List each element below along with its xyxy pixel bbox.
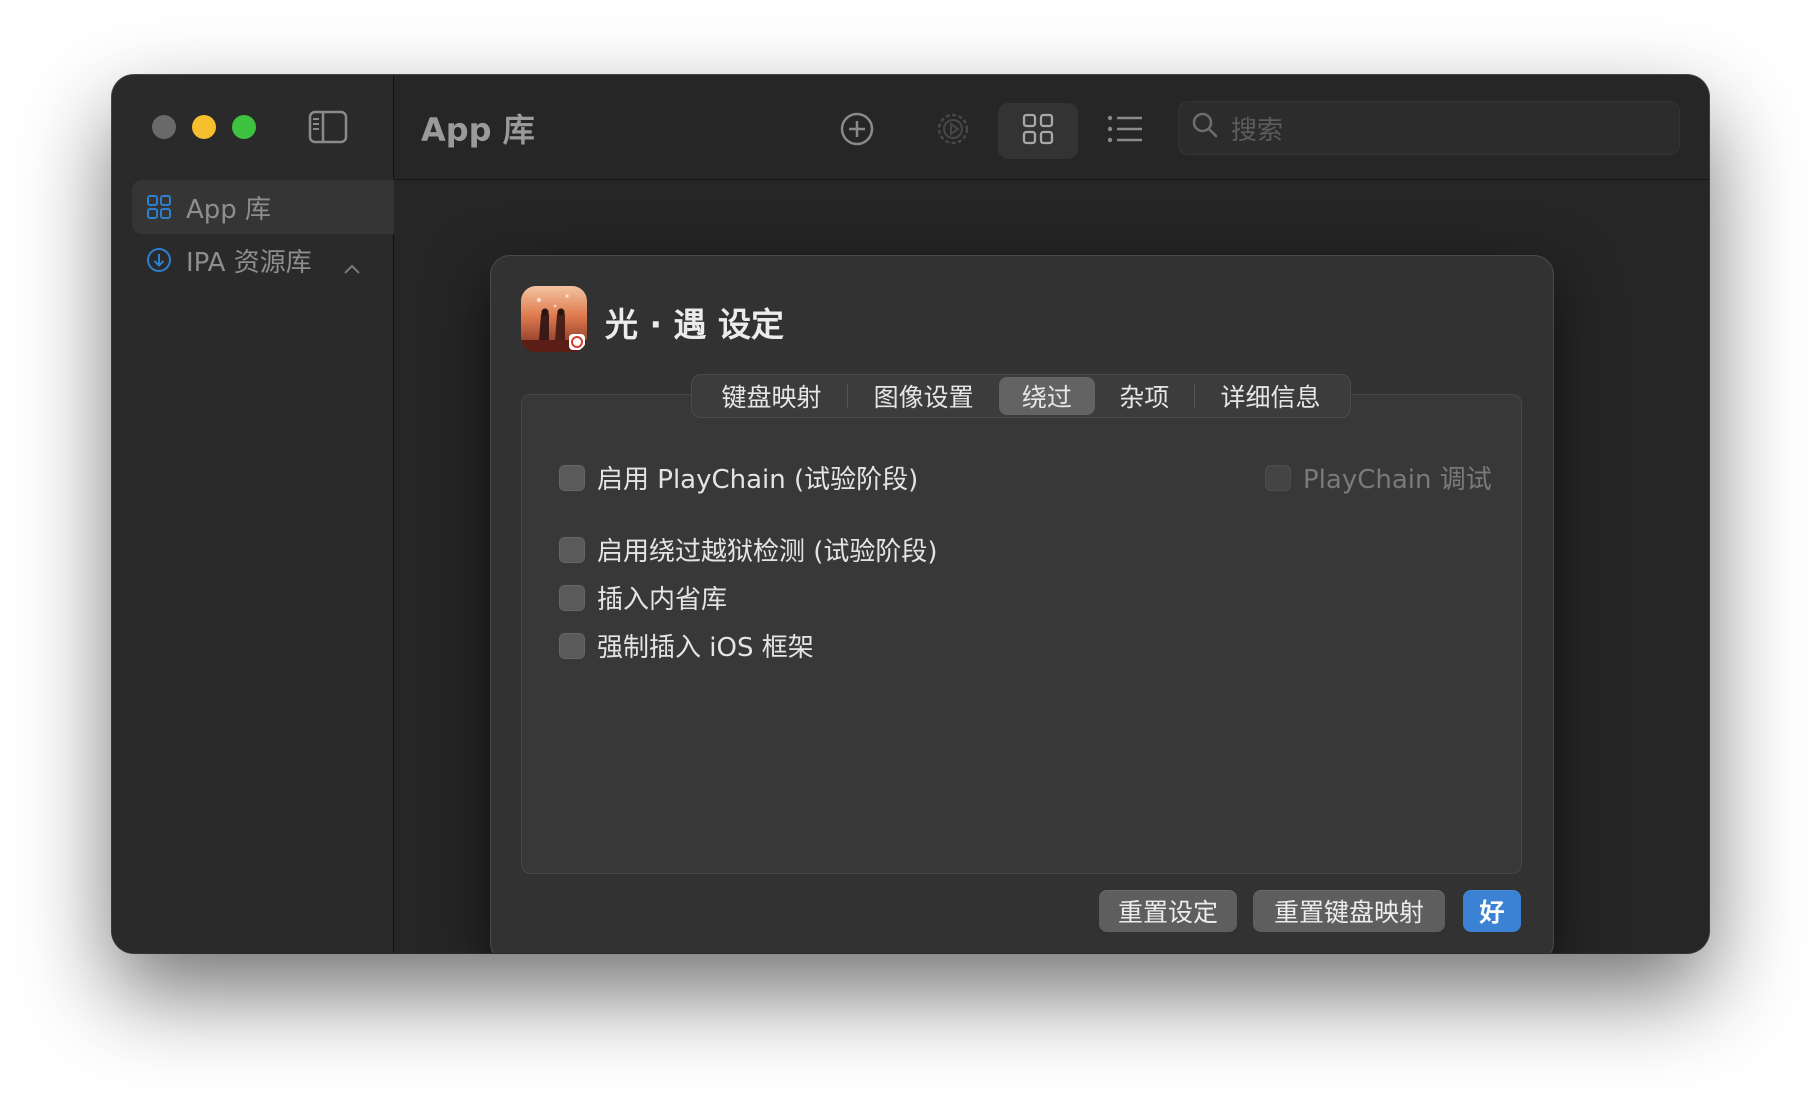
playchain-debug-checkbox — [1265, 464, 1291, 491]
tab-bar: 键盘映射 图像设置 绕过 杂项 详细信息 — [691, 374, 1351, 418]
introspection-option[interactable]: 插入内省库 — [559, 579, 727, 616]
playchain-label: 启用 PlayChain (试验阶段) — [597, 465, 919, 495]
playchain-debug-label: PlayChain 调试 — [1303, 465, 1492, 495]
reset-keymap-button[interactable]: 重置键盘映射 — [1253, 890, 1445, 932]
chevron-up-icon[interactable] — [342, 253, 362, 274]
app-icon — [521, 286, 587, 352]
sidebar-item-ipa-library[interactable]: IPA 资源库 — [132, 233, 394, 287]
grid-view-button[interactable] — [998, 103, 1078, 159]
list-view-icon — [1106, 113, 1144, 149]
settings-sheet: 光 · 遇 设定 键盘映射 图像设置 绕过 杂项 详细信息 启用 PlayCha… — [490, 255, 1554, 953]
playchain-debug-option: PlayChain 调试 — [1265, 459, 1492, 496]
list-view-button[interactable] — [1085, 103, 1165, 159]
grid-icon — [146, 194, 172, 220]
toolbar: App 库 搜索 — [395, 75, 1709, 180]
minimize-window-button[interactable] — [192, 115, 216, 139]
introspection-label: 插入内省库 — [597, 585, 728, 615]
sheet-title: 光 · 遇 设定 — [605, 305, 785, 344]
jailbreak-bypass-option[interactable]: 启用绕过越狱检测 (试验阶段) — [559, 531, 938, 568]
grid-view-icon — [1021, 112, 1055, 150]
sidebar-item-label: App 库 — [186, 194, 272, 225]
sidebar-item-app-library[interactable]: App 库 — [132, 180, 394, 234]
jailbreak-bypass-label: 启用绕过越狱检测 (试验阶段) — [597, 537, 938, 567]
tab-misc[interactable]: 杂项 — [1095, 377, 1194, 415]
ok-button[interactable]: 好 — [1463, 890, 1521, 932]
close-window-button[interactable] — [152, 115, 176, 139]
ios-frameworks-label: 强制插入 iOS 框架 — [597, 633, 814, 663]
ios-frameworks-checkbox[interactable] — [559, 632, 585, 659]
settings-button[interactable] — [913, 103, 993, 159]
sidebar-item-label: IPA 资源库 — [186, 247, 312, 278]
sidebar-toggle-icon[interactable] — [308, 110, 348, 144]
search-icon — [1191, 111, 1219, 146]
plus-circle-icon — [839, 111, 875, 151]
app-window: App 库 IPA 资源库 App 库 搜索 光 · 遇 设定 键盘映射 图像设… — [112, 75, 1709, 953]
search-placeholder: 搜索 — [1231, 115, 1284, 146]
tab-bypass[interactable]: 绕过 — [999, 377, 1095, 415]
add-app-button[interactable] — [817, 103, 897, 159]
gear-icon — [934, 110, 972, 152]
ios-frameworks-option[interactable]: 强制插入 iOS 框架 — [559, 627, 814, 664]
introspection-checkbox[interactable] — [559, 584, 585, 611]
maximize-window-button[interactable] — [232, 115, 256, 139]
playchain-option[interactable]: 启用 PlayChain (试验阶段) — [559, 459, 918, 496]
tab-graphics[interactable]: 图像设置 — [848, 377, 999, 415]
playchain-checkbox[interactable] — [559, 464, 585, 491]
tab-keymapping[interactable]: 键盘映射 — [696, 377, 847, 415]
page-title: App 库 — [421, 111, 535, 149]
tab-info[interactable]: 详细信息 — [1195, 377, 1346, 415]
reset-settings-button[interactable]: 重置设定 — [1099, 890, 1237, 932]
search-field[interactable]: 搜索 — [1178, 101, 1680, 155]
jailbreak-bypass-checkbox[interactable] — [559, 536, 585, 563]
sidebar: App 库 IPA 资源库 — [112, 75, 394, 953]
download-circle-icon — [146, 247, 172, 273]
